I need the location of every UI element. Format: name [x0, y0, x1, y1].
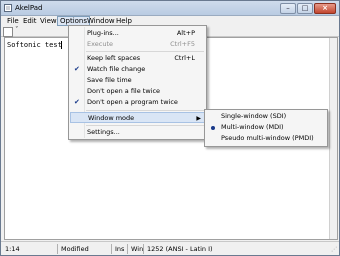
menu-item-window-mode[interactable]: Window mode ▶	[70, 112, 205, 123]
status-newline: Win	[131, 245, 144, 253]
menu-item-label: Window mode	[88, 114, 135, 122]
maximize-button[interactable]: □	[297, 3, 313, 14]
menu-item-dont-open-program-twice[interactable]: ✔ Don't open a program twice	[70, 97, 205, 108]
menu-item-keep-left-spaces[interactable]: Keep left spaces Ctrl+L	[70, 53, 205, 64]
window-title: AkelPad	[15, 4, 43, 12]
app-window: AkelPad – □ × File Edit View Options Win…	[0, 0, 340, 256]
status-position: 1:14	[5, 245, 20, 253]
status-divider	[111, 244, 112, 254]
submenu-item-label: Pseudo multi-window (PMDI)	[221, 134, 314, 142]
menu-item-label: Don't open a program twice	[87, 98, 178, 106]
menu-window[interactable]: Window	[85, 17, 117, 25]
editor-text[interactable]: Softonic test	[7, 41, 62, 49]
title-bar[interactable]: AkelPad – □ ×	[1, 1, 339, 16]
menu-item-plugins[interactable]: Plug-ins... Alt+P	[70, 28, 205, 39]
submenu-arrow-icon: ▶	[196, 115, 201, 122]
menu-item-dont-open-file-twice[interactable]: Don't open a file twice	[70, 86, 205, 97]
menu-item-label: Keep left spaces	[87, 54, 141, 62]
options-menu: Plug-ins... Alt+P Execute Ctrl+F5 Keep l…	[68, 25, 207, 140]
resize-grip-icon[interactable]: ⋰	[331, 246, 337, 253]
menu-separator	[86, 125, 204, 126]
menu-item-shortcut: Alt+P	[176, 29, 195, 37]
submenu-item-pmdi[interactable]: Pseudo multi-window (PMDI)	[206, 133, 326, 144]
menu-item-label: Don't open a file twice	[87, 87, 161, 95]
menu-help[interactable]: Help	[114, 17, 134, 25]
app-icon	[4, 4, 12, 12]
submenu-item-sdi[interactable]: Single-window (SDI)	[206, 111, 326, 122]
maximize-icon: □	[301, 4, 309, 12]
status-insert-mode: Ins	[115, 245, 125, 253]
menu-item-label: Execute	[87, 40, 113, 48]
menu-separator	[86, 51, 204, 52]
text-caret	[61, 41, 62, 49]
checkmark-icon: ✔	[74, 98, 80, 106]
status-bar: 1:14 Modified Ins Win 1252 (ANSI - Latin…	[1, 241, 339, 255]
menu-item-shortcut: Ctrl+L	[174, 54, 195, 62]
vertical-scrollbar[interactable]	[329, 38, 337, 239]
window-mode-submenu: Single-window (SDI) Multi-window (MDI) P…	[204, 109, 328, 147]
submenu-item-label: Multi-window (MDI)	[221, 123, 284, 131]
menu-item-shortcut: Ctrl+F5	[170, 40, 195, 48]
window-controls: – □ ×	[279, 3, 336, 14]
minimize-icon: –	[286, 4, 290, 12]
status-divider	[57, 244, 58, 254]
menu-item-label: Save file time	[87, 76, 132, 84]
close-button[interactable]: ×	[314, 3, 336, 14]
menu-item-label: Plug-ins...	[87, 29, 119, 37]
menu-file[interactable]: File	[5, 17, 21, 25]
radio-selected-icon	[211, 126, 215, 130]
menu-item-save-file-time[interactable]: Save file time	[70, 75, 205, 86]
menu-item-watch-file-change[interactable]: ✔ Watch file change	[70, 64, 205, 75]
status-divider	[143, 244, 144, 254]
submenu-item-mdi[interactable]: Multi-window (MDI)	[206, 122, 326, 133]
menu-item-settings[interactable]: Settings...	[70, 127, 205, 138]
checkmark-icon: ✔	[74, 65, 80, 73]
menu-separator	[86, 110, 204, 111]
menu-edit[interactable]: Edit	[21, 17, 39, 25]
status-codepage: 1252 (ANSI - Latin I)	[147, 245, 213, 253]
status-divider	[127, 244, 128, 254]
document-tab[interactable]	[3, 27, 13, 37]
tab-dropdown-arrow[interactable]: ˇ	[15, 26, 19, 34]
status-modified: Modified	[61, 245, 89, 253]
submenu-item-label: Single-window (SDI)	[221, 112, 287, 120]
close-icon: ×	[322, 4, 328, 12]
minimize-button[interactable]: –	[280, 3, 296, 14]
menu-view[interactable]: View	[38, 17, 59, 25]
menu-item-label: Settings...	[87, 128, 120, 136]
menu-item-execute[interactable]: Execute Ctrl+F5	[70, 39, 205, 50]
menu-item-label: Watch file change	[87, 65, 146, 73]
